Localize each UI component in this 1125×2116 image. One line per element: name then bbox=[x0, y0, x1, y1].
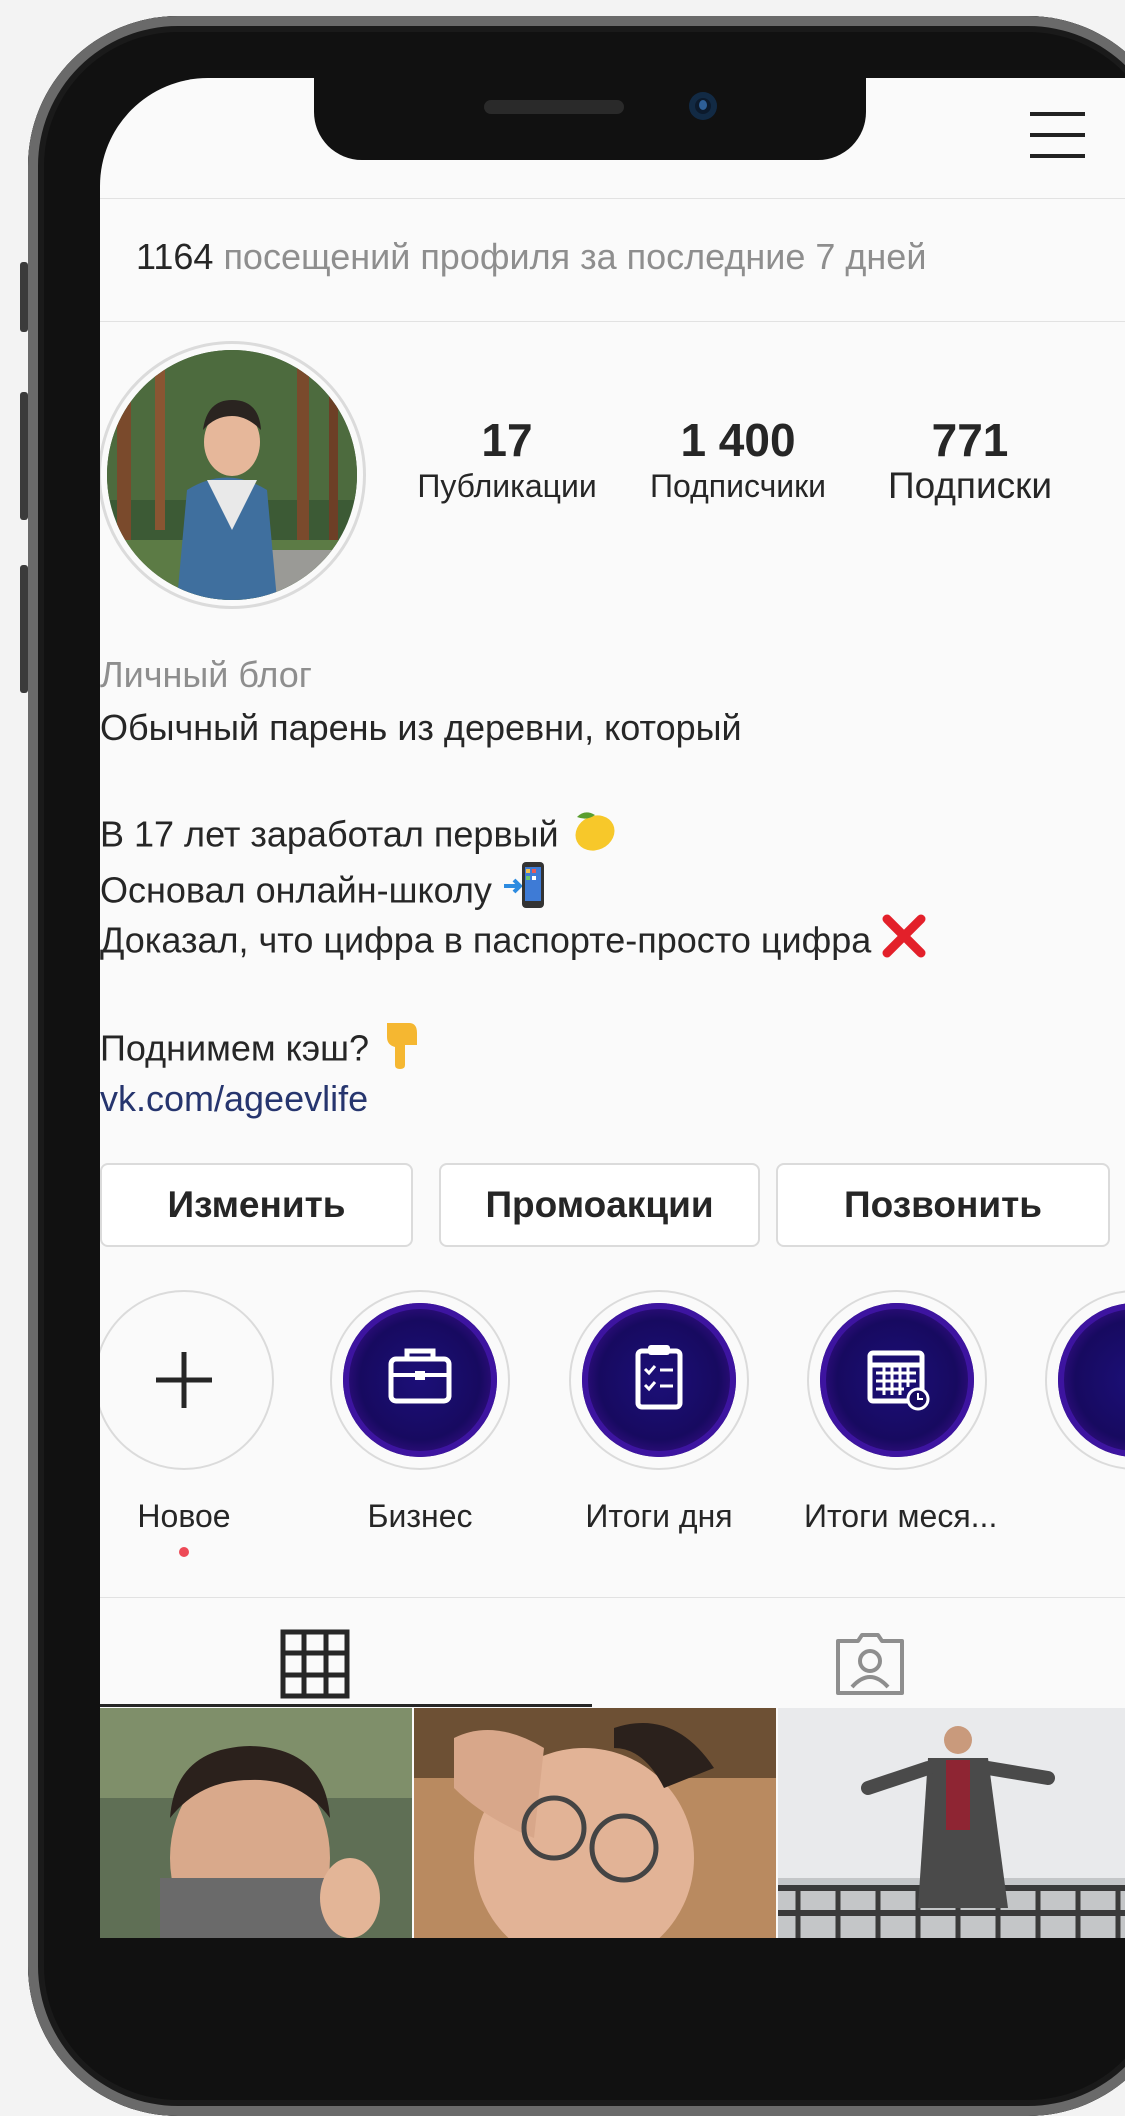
highlight-ring bbox=[569, 1290, 749, 1470]
app-screen: 1164 посещений профиля за последние 7 дн… bbox=[100, 78, 1125, 1938]
active-tab-indicator bbox=[100, 1704, 592, 1707]
briefcase-icon bbox=[388, 1348, 452, 1404]
insights-text: 1164 посещений профиля за последние 7 дн… bbox=[136, 236, 926, 278]
tagged-icon[interactable] bbox=[834, 1631, 906, 1697]
bio-blank-2 bbox=[100, 966, 1125, 1019]
new-dot bbox=[179, 1547, 189, 1557]
phone-notch bbox=[314, 78, 866, 160]
cross-mark-icon bbox=[881, 913, 927, 973]
clipboard-icon bbox=[635, 1345, 683, 1410]
grid-post[interactable] bbox=[100, 1708, 412, 1938]
stat-following-count: 771 bbox=[931, 414, 1009, 466]
bio-line-4-text: Доказал, что цифра в паспорте-просто циф… bbox=[100, 919, 872, 961]
highlight-cover bbox=[582, 1303, 736, 1457]
volume-up-button bbox=[20, 392, 28, 520]
call-button[interactable]: Позвонить bbox=[776, 1163, 1110, 1247]
highlight-day-results[interactable]: Итоги дня bbox=[566, 1290, 752, 1535]
bio-link[interactable]: vk.com/ageevlife bbox=[100, 1072, 1125, 1125]
stat-followers-label: Подписчики bbox=[649, 468, 827, 504]
stat-posts-count: 17 bbox=[481, 414, 533, 466]
avatar-photo bbox=[107, 350, 357, 600]
highlight-label: Итоги меся... bbox=[804, 1498, 998, 1534]
highlight-label: Итоги дня bbox=[585, 1498, 733, 1534]
stat-posts[interactable]: 17 Публикации bbox=[407, 414, 607, 506]
highlight-partial[interactable] bbox=[1042, 1290, 1125, 1470]
stat-followers-count: 1 400 bbox=[680, 414, 796, 466]
plus-icon bbox=[156, 1352, 212, 1408]
highlight-new[interactable]: Новое bbox=[100, 1290, 277, 1557]
bio-line-4: Доказал, что цифра в паспорте-просто циф… bbox=[100, 913, 1125, 966]
stat-followers[interactable]: 1 400 Подписчики bbox=[638, 414, 838, 506]
profile-bio: Личный блог Обычный парень из деревни, к… bbox=[100, 648, 1125, 1125]
bio-line-1: Обычный парень из деревни, который bbox=[100, 707, 742, 748]
highlight-month-results[interactable]: Итоги меся... bbox=[804, 1290, 998, 1535]
bio-line-3: Основал онлайн-школу bbox=[100, 860, 1125, 913]
highlight-ring bbox=[807, 1290, 987, 1470]
grid-post[interactable] bbox=[414, 1708, 776, 1938]
post-thumbnail bbox=[778, 1708, 1125, 1938]
grid-icon[interactable] bbox=[280, 1629, 350, 1699]
highlight-label: Бизнес bbox=[367, 1498, 473, 1534]
highlight-cover bbox=[1058, 1303, 1125, 1457]
post-thumbnail bbox=[100, 1708, 412, 1938]
bio-line-5: Поднимем кэш? bbox=[100, 1019, 1125, 1072]
insights-count: 1164 bbox=[136, 236, 214, 277]
stat-posts-label: Публикации bbox=[417, 468, 597, 504]
front-camera bbox=[689, 92, 717, 120]
menu-icon[interactable] bbox=[1030, 112, 1085, 172]
speaker bbox=[484, 100, 624, 114]
bio-line-5-text: Поднимем кэш? bbox=[100, 1027, 370, 1069]
highlight-cover bbox=[820, 1303, 974, 1457]
stat-following-label: Подписки bbox=[887, 465, 1052, 506]
highlight-ring bbox=[330, 1290, 510, 1470]
highlight-ring bbox=[100, 1290, 274, 1470]
grid-post[interactable] bbox=[778, 1708, 1125, 1938]
edit-profile-button[interactable]: Изменить bbox=[100, 1163, 413, 1247]
pointing-down-icon bbox=[379, 1019, 423, 1083]
lemon-icon bbox=[569, 807, 619, 867]
bio-line-2-text: В 17 лет заработал первый bbox=[100, 813, 559, 855]
side-button bbox=[20, 262, 28, 332]
bio-line-3-text: Основал онлайн-школу bbox=[100, 869, 492, 911]
calendar-icon bbox=[867, 1350, 930, 1411]
highlight-label: Новое bbox=[137, 1498, 231, 1534]
avatar[interactable] bbox=[100, 341, 366, 609]
bio-line-2: В 17 лет заработал первый bbox=[100, 807, 1125, 860]
bio-category: Личный блог bbox=[100, 654, 312, 695]
bio-blank bbox=[100, 754, 1125, 807]
post-thumbnail bbox=[414, 1708, 776, 1938]
volume-down-button bbox=[20, 565, 28, 693]
insights-label: посещений профиля за последние 7 дней bbox=[223, 236, 927, 277]
highlight-business[interactable]: Бизнес bbox=[327, 1290, 513, 1535]
highlight-ring bbox=[1045, 1290, 1125, 1470]
promotions-button[interactable]: Промоакции bbox=[439, 1163, 760, 1247]
profile-insights-bar[interactable]: 1164 посещений профиля за последние 7 дн… bbox=[100, 198, 1125, 322]
highlight-cover bbox=[343, 1303, 497, 1457]
stat-following[interactable]: 771 Подписки bbox=[870, 414, 1070, 506]
profile-tabs bbox=[100, 1597, 1125, 1708]
